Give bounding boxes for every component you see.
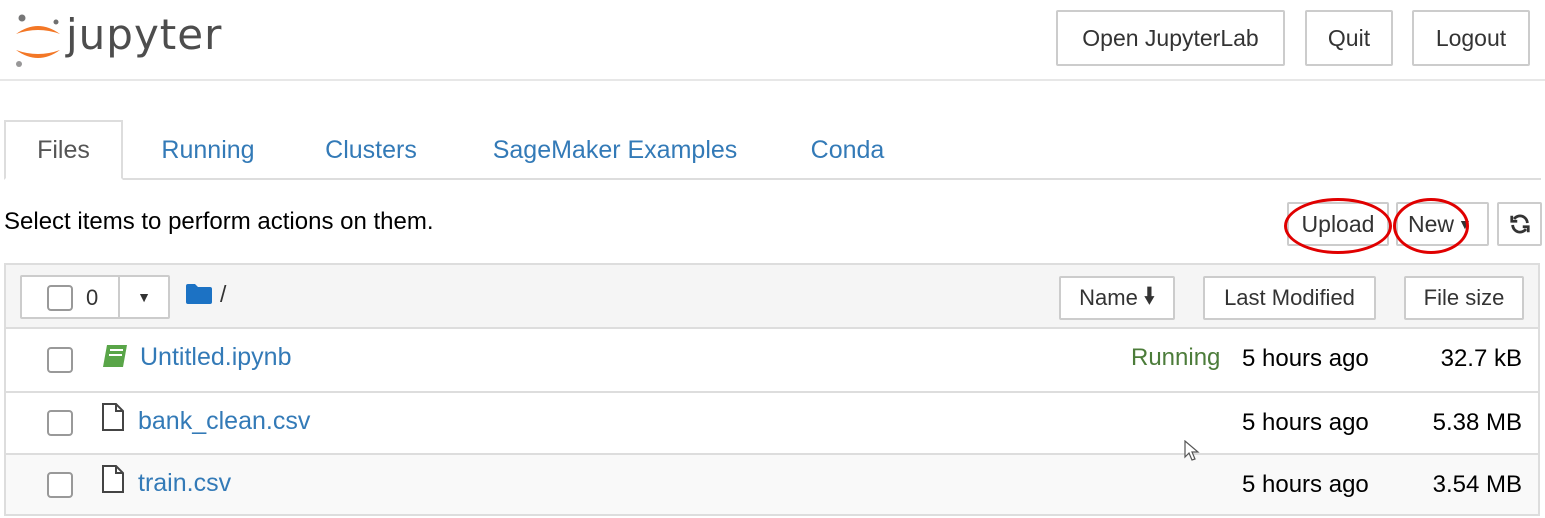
file-row[interactable]: bank_clean.csv 5 hours ago 5.38 MB [6, 391, 1538, 453]
header-divider [0, 79, 1545, 81]
file-name-link[interactable]: bank_clean.csv [138, 407, 310, 436]
refresh-icon [1509, 214, 1530, 234]
sort-by-file-size-button[interactable]: File size [1404, 276, 1524, 320]
quit-button[interactable]: Quit [1305, 10, 1393, 66]
breadcrumb-root[interactable]: / [220, 281, 226, 308]
select-items-hint: Select items to perform actions on them. [4, 208, 434, 235]
sort-by-last-modified-button[interactable]: Last Modified [1203, 276, 1376, 320]
file-row[interactable]: train.csv 5 hours ago 3.54 MB [6, 453, 1538, 514]
select-all-checkbox[interactable] [47, 285, 73, 311]
file-size: 5.38 MB [1432, 409, 1522, 436]
select-all-group: 0 ▼ [20, 275, 170, 319]
tab-clusters[interactable]: Clusters [306, 120, 436, 180]
last-modified: 5 hours ago [1242, 471, 1369, 498]
mouse-cursor-icon [1184, 440, 1200, 461]
row-checkbox[interactable] [47, 347, 73, 373]
selected-count: 0 [86, 285, 99, 310]
file-size: 32.7 kB [1440, 345, 1522, 372]
tab-conda[interactable]: Conda [790, 120, 905, 180]
row-checkbox[interactable] [47, 472, 73, 498]
caret-down-icon: ▼ [1458, 216, 1472, 232]
tabs-divider [4, 178, 1541, 180]
jupyter-logo-text: jupyter [66, 10, 223, 59]
select-menu-button[interactable]: ▼ [120, 277, 168, 317]
file-row[interactable]: Untitled.ipynb Running 5 hours ago 32.7 … [6, 329, 1538, 391]
file-icon [102, 465, 124, 493]
caret-down-icon: ▼ [137, 289, 151, 305]
logout-button[interactable]: Logout [1412, 10, 1530, 66]
sort-by-name-button[interactable]: Name 🠛 [1059, 276, 1175, 320]
notebook-icon [103, 345, 127, 367]
file-name-link[interactable]: train.csv [138, 469, 231, 498]
tab-running[interactable]: Running [140, 120, 276, 180]
refresh-button[interactable] [1497, 202, 1542, 246]
file-size: 3.54 MB [1432, 471, 1522, 498]
new-label: New [1408, 210, 1455, 237]
file-name-link[interactable]: Untitled.ipynb [140, 343, 291, 372]
sort-name-label: Name [1079, 285, 1138, 310]
running-status: Running [1131, 344, 1221, 371]
row-checkbox[interactable] [47, 410, 73, 436]
upload-button[interactable]: Upload [1287, 202, 1389, 246]
tab-files[interactable]: Files [4, 120, 123, 180]
file-icon [102, 403, 124, 431]
last-modified: 5 hours ago [1242, 345, 1369, 372]
new-dropdown-button[interactable]: New ▼ [1396, 202, 1489, 246]
open-jupyterlab-button[interactable]: Open JupyterLab [1056, 10, 1285, 66]
jupyter-logo-icon [16, 14, 60, 67]
tab-sagemaker-examples[interactable]: SageMaker Examples [470, 120, 760, 180]
folder-icon[interactable] [186, 284, 212, 309]
arrow-down-icon: 🠛 [1143, 283, 1155, 308]
last-modified: 5 hours ago [1242, 409, 1369, 436]
